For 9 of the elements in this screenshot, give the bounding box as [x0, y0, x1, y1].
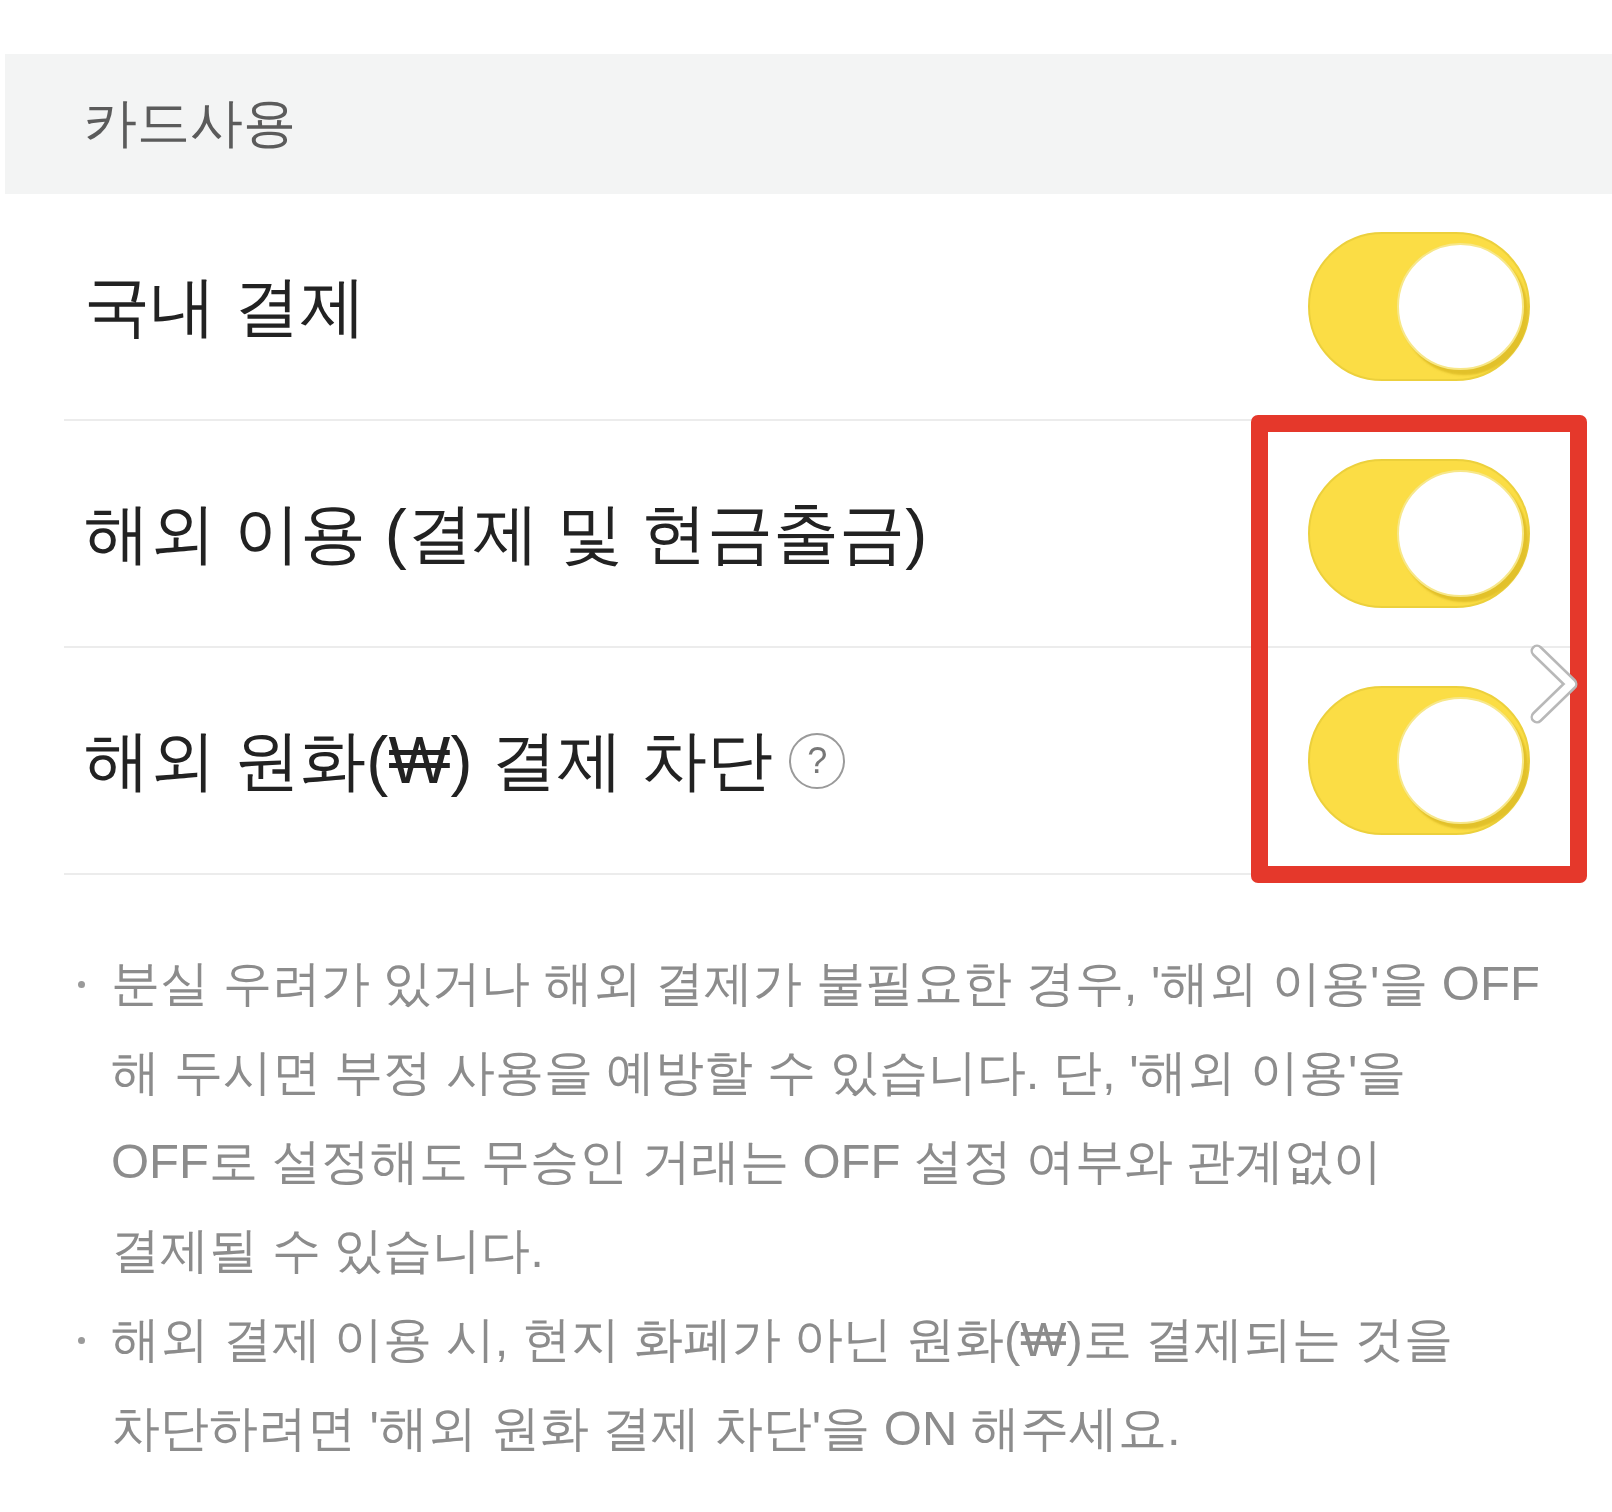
section-title: 카드사용	[84, 92, 296, 154]
note-text: 해외 결제 이용 시, 현지 화폐가 아닌 원화(₩)로 결제되는 것을 차단하려면 '해외 원화 결제 차단'을 ON 해주세요.	[111, 1311, 1454, 1457]
note-text: 분실 우려가 있거나 해외 결제가 불필요한 경우, '해외 이용'을 OFF 해 두시면 부정 사용을 예방할 수 있습니다. 단, '해외 이용'을 OFF로 설정해도 무승인 거래는 OFF 설정 여부와 관계없이 결제될 수 있습니다.	[111, 955, 1540, 1279]
help-icon[interactable]: ?	[789, 732, 846, 789]
bullet-icon	[78, 981, 85, 988]
setting-label: 해외 원화(₩) 결제 차단	[84, 721, 774, 799]
setting-label: 국내 결제	[84, 267, 367, 345]
setting-label: 해외 이용 (결제 및 현금출금)	[84, 494, 928, 572]
bullet-icon	[78, 1337, 85, 1344]
